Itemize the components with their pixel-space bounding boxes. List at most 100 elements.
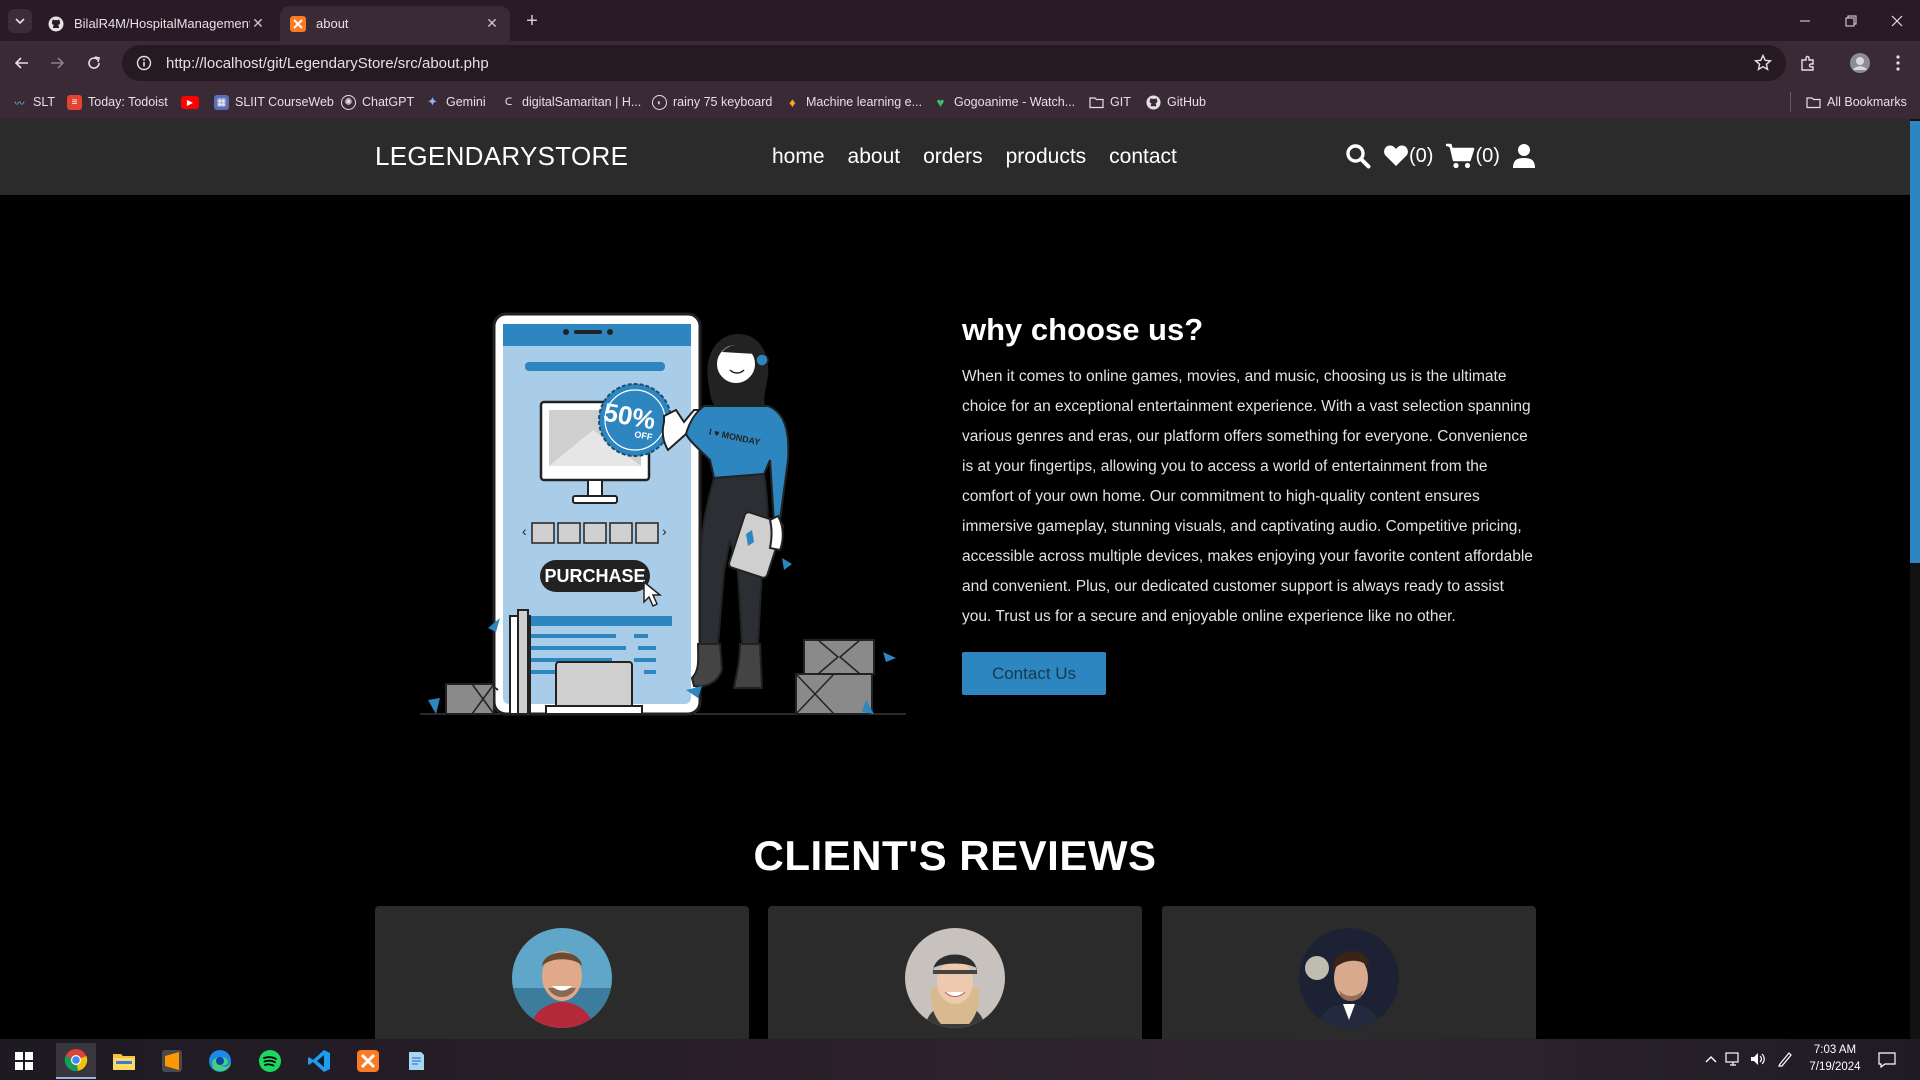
tab-about[interactable]: about ✕ [280,6,510,41]
bookmark-label: Gogoanime - Watch... [954,95,1076,109]
bookmark-gemini[interactable]: ✦ Gemini [425,93,486,111]
nav-products[interactable]: products [1006,145,1087,169]
browser-tabstrip: BilalR4M/HospitalManagement ✕ about ✕ + [0,0,1920,41]
reload-button[interactable] [82,51,106,75]
pen-button[interactable] [1776,1050,1794,1068]
arrow-left-icon [14,57,28,69]
cart-button[interactable]: (0) [1445,143,1500,169]
notification-icon [1878,1052,1896,1068]
bookmark-todoist[interactable]: ≡ Today: Todoist [67,93,168,111]
volume-button[interactable] [1749,1050,1767,1068]
bookmark-digitalsamaritan[interactable]: ᑕ digitalSamaritan | H... [501,93,641,111]
close-window-button[interactable] [1874,0,1920,41]
profile-button[interactable] [1848,51,1872,75]
user-button[interactable] [1512,143,1536,169]
url-text: http://localhost/git/LegendaryStore/src/… [166,54,489,72]
minimize-button[interactable] [1782,0,1828,41]
taskbar-sublime-text[interactable] [152,1043,192,1079]
scrollbar-thumb[interactable] [1910,121,1920,563]
new-tab-button[interactable]: + [520,9,544,33]
nav-about[interactable]: about [848,145,901,169]
bookmark-youtube[interactable]: ▶ [181,93,205,111]
address-bar[interactable]: http://localhost/git/LegendaryStore/src/… [122,45,1786,81]
edge-icon [209,1050,231,1072]
pen-icon [1778,1052,1792,1067]
start-button[interactable] [4,1043,44,1079]
bookmark-rainy75[interactable]: ◐ rainy 75 keyboard [652,93,772,111]
bookmark-label: GIT [1110,95,1131,109]
bookmark-slt[interactable]: 〰 SLT [12,93,56,111]
arrow-right-icon [51,57,65,69]
github-icon [48,16,64,31]
notepad-icon [409,1052,424,1070]
bookmark-github[interactable]: GitHub [1146,93,1206,111]
all-bookmarks-button[interactable]: All Bookmarks [1806,93,1907,111]
taskbar-vscode[interactable] [299,1043,339,1079]
tray-overflow-button[interactable] [1704,1050,1718,1068]
tab-title: about [316,16,349,31]
gogoanime-icon: ♥ [936,94,945,110]
nav-contact[interactable]: contact [1109,145,1177,169]
taskbar-chrome[interactable] [56,1043,96,1079]
chevron-down-icon [15,18,25,25]
sublime-icon [162,1050,182,1072]
extensions-button[interactable] [1796,51,1820,75]
taskbar-spotify[interactable] [250,1043,290,1079]
speaker-icon [1751,1053,1765,1065]
youtube-icon: ▶ [181,95,199,109]
search-button[interactable] [1345,143,1371,169]
wishlist-button[interactable]: (0) [1383,144,1433,168]
taskbar-notepad[interactable] [396,1043,436,1079]
taskbar-file-explorer[interactable] [104,1043,144,1079]
sliit-icon: ▦ [214,94,229,110]
bookmark-machine-learning[interactable]: ♦ Machine learning e... [785,93,922,111]
wishlist-count: (0) [1409,144,1434,167]
site-info-icon[interactable] [136,55,152,71]
tab-search-button[interactable] [8,9,32,33]
page-scrollbar[interactable] [1910,119,1920,1039]
taskbar-edge[interactable] [200,1043,240,1079]
globe-icon: ◐ [652,94,667,110]
back-button[interactable] [10,51,34,75]
contact-us-button[interactable]: Contact Us [962,652,1106,695]
action-center-button[interactable] [1876,1050,1898,1070]
restore-button[interactable] [1828,0,1874,41]
close-tab-icon[interactable]: ✕ [484,15,500,32]
bookmark-label: SLIIT CourseWeb [235,95,334,109]
bookmark-label: GitHub [1167,95,1206,109]
chevron-up-icon [1705,1056,1717,1063]
bookmark-folder-git[interactable]: GIT [1089,93,1131,111]
header-actions: (0) (0) [1345,143,1548,169]
windows-taskbar: 7:03 AM 7/19/2024 [0,1039,1920,1080]
taskbar-clock[interactable]: 7:03 AM 7/19/2024 [1800,1042,1870,1076]
vscode-icon [308,1050,330,1072]
site-logo[interactable]: LEGENDARYSTORE [375,141,628,172]
bookmarks-bar: 〰 SLT ≡ Today: Todoist ▶ ▦ SLIIT CourseWeb … [0,85,1920,119]
clock-time: 7:03 AM [1813,1044,1857,1056]
purchase-text: PURCHASE [544,566,645,586]
menu-button[interactable] [1886,51,1910,75]
tab-hospital-management[interactable]: BilalR4M/HospitalManagement ✕ [38,6,276,41]
bookmark-gogoanime[interactable]: ♥ Gogoanime - Watch... [933,93,1075,111]
xampp-icon [290,15,306,32]
network-icon [1725,1052,1739,1066]
bookmark-star-icon[interactable] [1754,54,1772,72]
todoist-icon: ≡ [67,94,82,110]
network-button[interactable] [1724,1050,1742,1068]
svg-text:‹: ‹ [522,523,527,539]
nav-orders[interactable]: orders [923,145,983,169]
taskbar-xampp[interactable] [348,1043,388,1079]
minimize-icon [1800,20,1810,21]
forward-button[interactable] [45,51,69,75]
restore-icon [1845,15,1857,26]
reviewer-avatar [1299,928,1399,1028]
bookmark-sliit[interactable]: ▦ SLIIT CourseWeb [214,93,334,111]
reload-icon [88,56,100,69]
folder-icon [1806,96,1821,108]
bookmark-chatgpt[interactable]: ✺ ChatGPT [341,93,414,111]
reviewer-avatar [905,928,1005,1028]
close-tab-icon[interactable]: ✕ [250,15,266,32]
bookmark-label: SLT [33,95,55,109]
nav-home[interactable]: home [772,145,825,169]
chrome-icon [64,1049,88,1072]
